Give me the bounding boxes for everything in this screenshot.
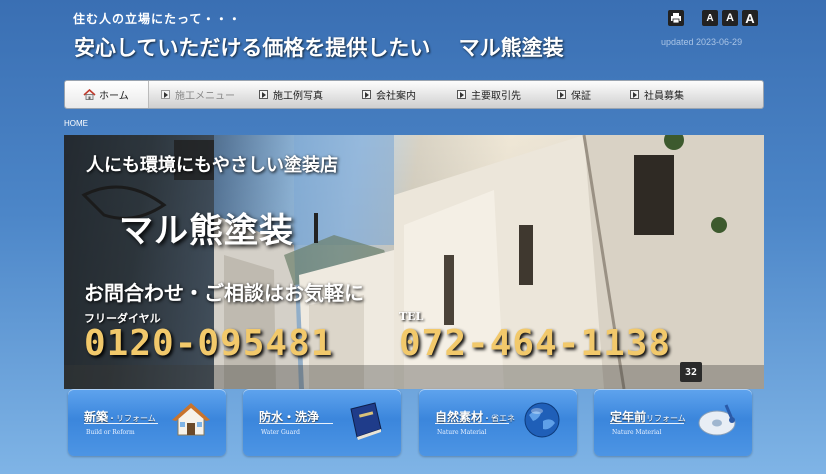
nav-item-recruit[interactable]: 社員募集: [618, 81, 708, 108]
card-natural-material[interactable]: 自然素材・省エネ Nature Material: [419, 389, 577, 456]
arrow-icon: [557, 90, 566, 99]
breadcrumb[interactable]: HOME: [64, 119, 88, 128]
nav-item-label: 会社案内: [376, 91, 416, 102]
nav-item-company[interactable]: 会社案内: [350, 81, 445, 108]
print-icon[interactable]: [668, 10, 684, 26]
globe-icon: [524, 402, 560, 438]
service-cards: 新築・リフォーム Build or Reform 防水・洗浄 Water Gua…: [68, 389, 758, 457]
arrow-icon: [362, 90, 371, 99]
arrow-icon: [457, 90, 466, 99]
main-nav: ホーム 施工メニュー 施工例写真 会社案内 主要取引先 保証 社員募集: [64, 80, 764, 109]
arrow-icon: [161, 90, 170, 99]
nav-item-warranty[interactable]: 保証: [545, 81, 618, 108]
nav-item-construction-photos[interactable]: 施工例写真: [247, 81, 350, 108]
card-subtitle: Nature Material: [612, 429, 662, 436]
tel-number[interactable]: 072-464-1138: [399, 323, 671, 364]
card-subtitle: Build or Reform: [86, 429, 135, 436]
hero-brand: マル熊塗装: [119, 211, 294, 251]
hero-tagline: 人にも環境にもやさしい塗装店: [86, 155, 338, 176]
nav-item-clients[interactable]: 主要取引先: [445, 81, 545, 108]
font-controls: A A A: [668, 10, 758, 26]
nav-item-label: 施工例写真: [273, 91, 323, 102]
arrow-icon: [259, 90, 268, 99]
tel-label: TEL: [399, 310, 424, 323]
nav-item-label: ホーム: [99, 91, 129, 102]
disc-icon: [698, 404, 736, 436]
nav-item-home[interactable]: ホーム: [65, 81, 149, 108]
font-size-small-button[interactable]: A: [702, 10, 718, 26]
arrow-icon: [630, 90, 639, 99]
home-icon: [83, 89, 96, 100]
card-subtitle: Water Guard: [261, 429, 300, 436]
site-headline: 安心していただける価格を提供したい マル熊塗装: [74, 35, 564, 60]
nav-item-label: 保証: [571, 91, 591, 102]
hero-contact-text: お問合わせ・ご相談はお気軽に: [84, 281, 364, 305]
nav-item-construction-menu[interactable]: 施工メニュー: [149, 81, 247, 108]
book-icon: [350, 402, 382, 440]
card-waterproof[interactable]: 防水・洗浄 Water Guard: [243, 389, 401, 456]
updated-date: updated 2023-06-29: [661, 37, 743, 47]
house-icon: [172, 403, 210, 436]
site-header: 住む人の立場にたって・・・ 安心していただける価格を提供したい マル熊塗装 A …: [0, 0, 826, 78]
font-size-medium-button[interactable]: A: [722, 10, 738, 26]
house-number-plate: 32: [680, 362, 702, 382]
card-subtitle: Nature Material: [437, 429, 487, 436]
free-dial-number[interactable]: 0120-095481: [84, 323, 333, 364]
hero-banner: 人にも環境にもやさしい塗装店 マル熊塗装 お問合わせ・ご相談はお気軽に フリーダ…: [64, 135, 764, 389]
font-size-large-button[interactable]: A: [742, 10, 758, 26]
card-retirement-reform[interactable]: 定年前リフォーム Nature Material: [594, 389, 752, 456]
site-tagline: 住む人の立場にたって・・・: [73, 12, 242, 26]
nav-item-label: 施工メニュー: [175, 91, 235, 102]
card-new-build[interactable]: 新築・リフォーム Build or Reform: [68, 389, 226, 456]
nav-item-label: 社員募集: [644, 91, 684, 102]
nav-item-label: 主要取引先: [471, 91, 521, 102]
